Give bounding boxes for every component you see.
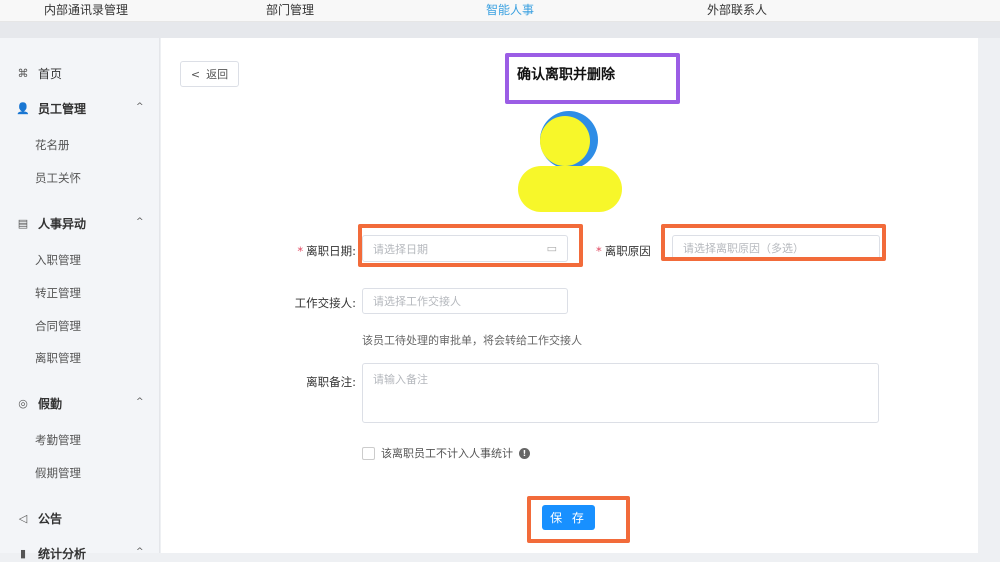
document-icon: ▤ — [17, 217, 29, 230]
sidebar-item-home[interactable]: ⌘ 首页 — [16, 65, 63, 82]
chevron-up-icon[interactable]: ^ — [136, 102, 144, 112]
chevron-up-icon[interactable]: ^ — [136, 217, 144, 227]
location-icon: ◎ — [18, 397, 28, 410]
user-icon: 👤 — [16, 102, 30, 115]
sidebar-item-transfers[interactable]: ▤ 人事异动 — [16, 215, 86, 232]
reason-highlight-box — [661, 224, 886, 261]
sidebar-item-onboarding[interactable]: 入职管理 — [35, 252, 81, 268]
save-highlight-box — [527, 496, 630, 543]
chevron-up-icon[interactable]: ^ — [136, 397, 144, 407]
checkbox[interactable] — [362, 446, 375, 460]
home-icon: ⌘ — [17, 67, 29, 80]
chevron-up-icon[interactable]: ^ — [136, 547, 144, 557]
reason-label: * 离职原因 — [596, 244, 651, 258]
exclude-statistics-checkbox[interactable]: 该离职员工不计入人事统计! — [362, 445, 530, 461]
sidebar-item-attendance[interactable]: ◎ 假勤 — [16, 395, 62, 412]
sidebar-item-regularization[interactable]: 转正管理 — [35, 285, 81, 301]
handover-label: 工作交接人: — [294, 296, 356, 310]
remark-label: 离职备注: — [306, 375, 356, 389]
date-highlight-box — [358, 224, 583, 267]
sidebar-item-care[interactable]: 员工关怀 — [35, 170, 81, 186]
tab-external-contacts[interactable]: 外部联系人 — [707, 1, 767, 18]
sidebar-item-attendance-mgmt[interactable]: 考勤管理 — [35, 432, 81, 448]
info-icon[interactable]: ! — [519, 447, 530, 459]
page-title: 确认离职并删除 — [517, 67, 615, 83]
remark-textarea[interactable]: 请输入备注 — [362, 363, 879, 423]
top-nav: 内部通讯录管理 部门管理 智能人事 外部联系人 — [0, 0, 1000, 22]
header-band — [0, 22, 1000, 38]
speaker-icon: ◁ — [18, 512, 28, 525]
sidebar-item-contracts[interactable]: 合同管理 — [35, 318, 81, 334]
tab-contacts[interactable]: 内部通讯录管理 — [44, 1, 128, 18]
tab-departments[interactable]: 部门管理 — [266, 1, 314, 18]
chevron-left-icon: < — [190, 67, 201, 81]
sidebar-item-employees[interactable]: 👤 员工管理 — [16, 100, 86, 117]
sidebar: ⌘ 首页 👤 员工管理 ^ 花名册 员工关怀 ▤ 人事异动 ^ 入职管理 转正管理 合… — [0, 38, 160, 561]
sidebar-item-resignation[interactable]: 离职管理 — [35, 350, 81, 366]
tab-smart-hr[interactable]: 智能人事 — [486, 1, 534, 18]
sidebar-item-roster[interactable]: 花名册 — [35, 137, 70, 153]
date-label: * 离职日期: — [297, 244, 356, 258]
sidebar-item-leave-mgmt[interactable]: 假期管理 — [35, 465, 81, 481]
sidebar-item-announcements[interactable]: ◁ 公告 — [16, 510, 62, 527]
back-button[interactable]: < 返回 — [180, 61, 239, 87]
sidebar-item-statistics[interactable]: ▮ 统计分析 — [16, 545, 86, 562]
handover-input[interactable]: 请选择工作交接人 — [362, 288, 568, 314]
chart-icon: ▮ — [19, 547, 27, 560]
handover-hint: 该员工待处理的审批单，将会转给工作交接人 — [362, 334, 582, 347]
